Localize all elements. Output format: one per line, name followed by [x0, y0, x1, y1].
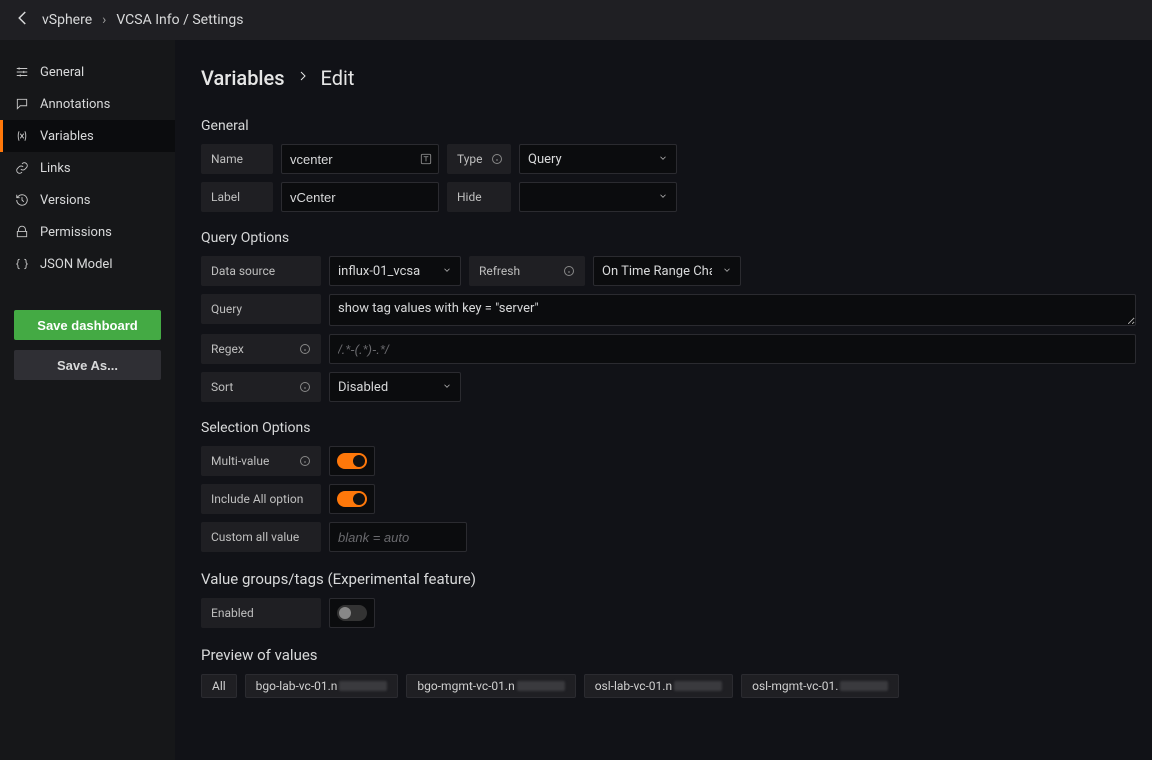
preview-chip[interactable]: bgo-lab-vc-01.n	[245, 674, 399, 698]
sidebar-item-links[interactable]: Links	[0, 152, 175, 184]
toggle-multi-value[interactable]	[329, 446, 375, 476]
redacted-text	[339, 681, 387, 691]
breadcrumb-page: VCSA Info / Settings	[116, 12, 243, 28]
comment-icon	[14, 96, 30, 112]
breadcrumb-sep-icon: ›	[102, 12, 106, 28]
info-icon	[299, 455, 311, 467]
chevron-down-icon	[722, 264, 732, 279]
label-hide: Hide	[447, 182, 511, 212]
preview-chips: All bgo-lab-vc-01.n bgo-mgmt-vc-01.n osl…	[201, 674, 1136, 698]
chevron-down-icon	[658, 152, 668, 167]
sidebar-item-variables[interactable]: Variables	[0, 120, 175, 152]
label-query: Query	[201, 294, 321, 324]
label-multi-value: Multi-value	[201, 446, 321, 476]
sidebar-item-label: JSON Model	[40, 257, 112, 272]
topbar: vSphere › VCSA Info / Settings	[0, 0, 1152, 40]
main-content: Variables Edit General Name Type Query L…	[175, 40, 1152, 760]
section-value-groups: Value groups/tags (Experimental feature)	[201, 570, 1136, 588]
preview-chip[interactable]: All	[201, 674, 237, 698]
toggle-enabled[interactable]	[329, 598, 375, 628]
label-label: Label	[201, 182, 273, 212]
sidebar-item-label: Variables	[40, 129, 94, 144]
preview-chip[interactable]: osl-mgmt-vc-01.	[741, 674, 899, 698]
sidebar: General Annotations Variables Links Vers…	[0, 40, 175, 760]
preview-chip[interactable]: osl-lab-vc-01.n	[584, 674, 733, 698]
redacted-text	[674, 681, 722, 691]
sidebar-item-annotations[interactable]: Annotations	[0, 88, 175, 120]
preview-chip[interactable]: bgo-mgmt-vc-01.n	[406, 674, 575, 698]
info-icon	[491, 153, 503, 165]
input-custom-all[interactable]	[329, 522, 467, 552]
sidebar-item-label: Links	[40, 161, 71, 176]
sidebar-item-versions[interactable]: Versions	[0, 184, 175, 216]
select-datasource[interactable]: influx-01_vcsa	[329, 256, 461, 286]
chevron-down-icon	[442, 380, 452, 395]
title-variables[interactable]: Variables	[201, 66, 285, 90]
sidebar-item-json-model[interactable]: JSON Model	[0, 248, 175, 280]
variables-icon	[14, 128, 30, 144]
chevron-down-icon	[658, 190, 668, 205]
label-custom-all: Custom all value	[201, 522, 321, 552]
link-icon	[14, 160, 30, 176]
section-general: General	[201, 118, 1136, 134]
sidebar-item-permissions[interactable]: Permissions	[0, 216, 175, 248]
label-type: Type	[447, 144, 511, 174]
section-preview: Preview of values	[201, 646, 1136, 664]
select-sort[interactable]: Disabled	[329, 372, 461, 402]
info-icon	[563, 265, 575, 277]
select-hide[interactable]	[519, 182, 677, 212]
info-icon	[299, 381, 311, 393]
chevron-down-icon	[442, 264, 452, 279]
chevron-right-icon	[297, 70, 309, 86]
sidebar-item-general[interactable]: General	[0, 56, 175, 88]
label-name: Name	[201, 144, 273, 174]
sidebar-item-label: Versions	[40, 193, 90, 208]
input-name[interactable]	[281, 144, 439, 174]
history-icon	[14, 192, 30, 208]
save-dashboard-button[interactable]: Save dashboard	[14, 310, 161, 340]
label-enabled: Enabled	[201, 598, 321, 628]
redacted-text	[517, 681, 565, 691]
back-icon[interactable]	[14, 9, 32, 31]
template-icon	[419, 152, 433, 166]
sliders-icon	[14, 64, 30, 80]
info-icon	[299, 343, 311, 355]
input-label[interactable]	[281, 182, 439, 212]
input-regex[interactable]	[329, 334, 1136, 364]
label-regex: Regex	[201, 334, 321, 364]
sidebar-item-label: Annotations	[40, 97, 110, 112]
lock-icon	[14, 224, 30, 240]
braces-icon	[14, 256, 30, 272]
title-edit: Edit	[321, 66, 355, 90]
label-include-all: Include All option	[201, 484, 321, 514]
label-sort: Sort	[201, 372, 321, 402]
toggle-include-all[interactable]	[329, 484, 375, 514]
sidebar-item-label: General	[40, 65, 84, 80]
sidebar-item-label: Permissions	[40, 225, 112, 240]
page-title: Variables Edit	[201, 66, 1136, 90]
redacted-text	[840, 681, 888, 691]
label-refresh: Refresh	[469, 256, 585, 286]
save-as-button[interactable]: Save As...	[14, 350, 161, 380]
input-query[interactable]: show tag values with key = "server"	[329, 294, 1136, 326]
section-query-options: Query Options	[201, 230, 1136, 246]
breadcrumb-root[interactable]: vSphere	[42, 12, 92, 28]
label-datasource: Data source	[201, 256, 321, 286]
select-type[interactable]: Query	[519, 144, 677, 174]
section-selection-options: Selection Options	[201, 420, 1136, 436]
select-refresh[interactable]: On Time Range Chan	[593, 256, 741, 286]
